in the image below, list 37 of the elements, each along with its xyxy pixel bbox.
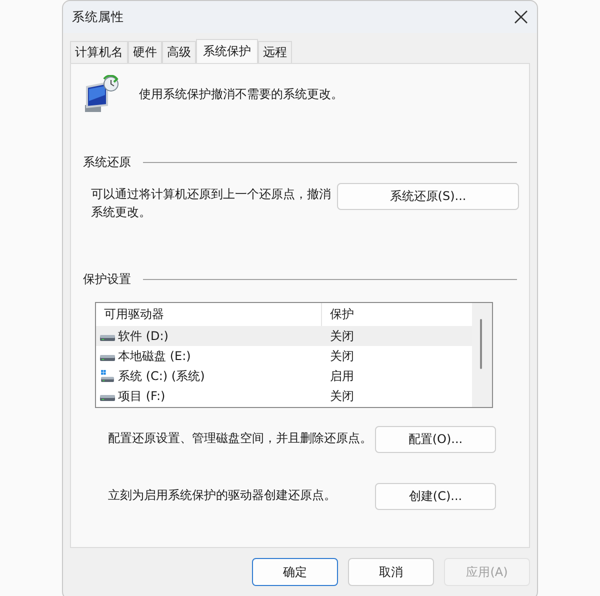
drive-name: 本地磁盘 (E:) xyxy=(118,348,191,364)
drive-row[interactable]: 软件 (D:) 关闭 xyxy=(96,326,472,346)
computer-restore-icon xyxy=(83,75,121,113)
window-title: 系统属性 xyxy=(72,8,124,26)
create-button[interactable]: 创建(C)... xyxy=(375,483,496,510)
configure-button[interactable]: 配置(O)... xyxy=(375,426,496,453)
drive-row[interactable]: 项目 (F:) 关闭 xyxy=(96,386,472,406)
protection-status: 关闭 xyxy=(329,328,354,344)
tab[interactable]: 计算机名 xyxy=(70,41,128,63)
drive-name: 系统 (C:) (系统) xyxy=(118,368,205,384)
section-title: 保护设置 xyxy=(83,271,131,288)
system-restore-button[interactable]: 系统还原(S)... xyxy=(337,183,519,210)
intro-text: 使用系统保护撤消不需要的系统更改。 xyxy=(139,86,343,102)
column-header[interactable]: 保护 xyxy=(322,306,472,323)
close-icon[interactable] xyxy=(513,9,529,25)
drive-row[interactable]: 系统 (C:) (系统) 启用 xyxy=(96,366,472,386)
drive-icon xyxy=(100,395,115,401)
configure-description: 配置还原设置、管理磁盘空间，并且删除还原点。 xyxy=(108,430,372,447)
drive-name: 项目 (F:) xyxy=(118,388,166,404)
protection-status: 关闭 xyxy=(329,348,354,364)
create-description: 立刻为启用系统保护的驱动器创建还原点。 xyxy=(108,487,336,504)
protection-status: 关闭 xyxy=(329,388,354,404)
dialog-button[interactable]: 取消 xyxy=(348,558,434,586)
tab[interactable]: 高级 xyxy=(162,41,196,63)
drive-icon xyxy=(100,355,115,361)
dialog-button[interactable]: 确定 xyxy=(252,558,338,586)
drive-row[interactable]: 本地磁盘 (E:) 关闭 xyxy=(96,346,472,366)
protection-status: 启用 xyxy=(329,368,354,384)
system-drive-icon xyxy=(100,370,115,382)
tab[interactable]: 硬件 xyxy=(128,41,162,63)
scrollbar-thumb[interactable] xyxy=(480,319,482,369)
section-title: 系统还原 xyxy=(83,154,131,171)
tab[interactable]: 远程 xyxy=(258,41,292,63)
tab[interactable]: 系统保护 xyxy=(196,39,258,63)
restore-description: 可以通过将计算机还原到上一个还原点，撤消系统更改。 xyxy=(91,186,332,221)
drive-icon xyxy=(100,335,115,341)
drive-name: 软件 (D:) xyxy=(118,328,168,344)
